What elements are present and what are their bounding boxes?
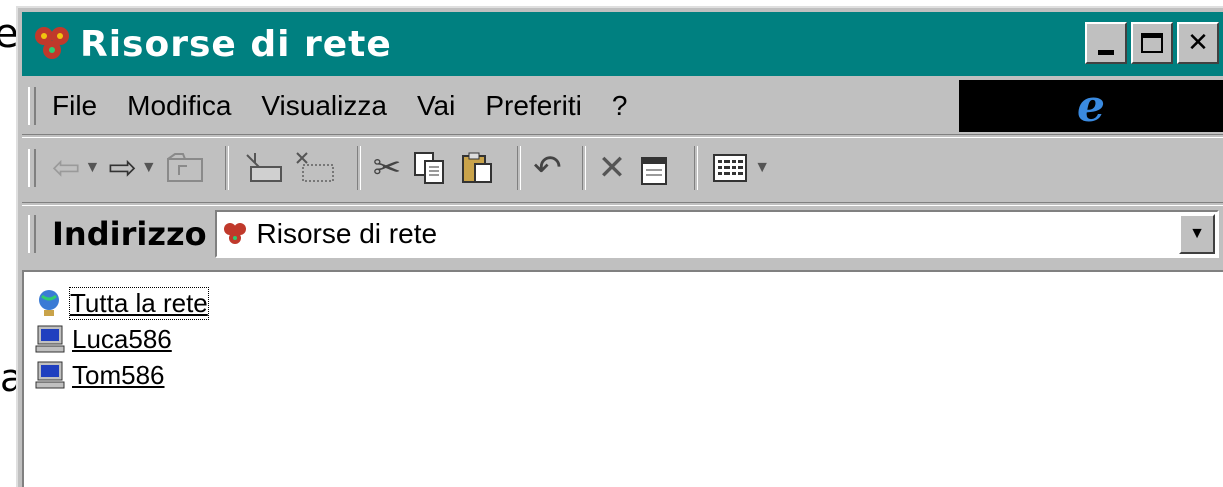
up-folder-button[interactable] [165,143,205,193]
window-title: Risorse di rete [80,23,392,65]
forward-dropdown-icon: ▼ [140,159,157,176]
close-button[interactable]: ✕ [1177,22,1219,64]
menu-help[interactable]: ? [612,90,628,122]
content-pane: Tutta la rete Luca586 Tom586 [22,270,1223,487]
chevron-down-icon: ▼ [1189,225,1205,242]
views-button[interactable]: ▼ [710,143,770,193]
ie-throbber: e [959,80,1223,132]
up-folder-icon [166,153,203,182]
maximize-icon [1141,33,1163,53]
forward-button[interactable]: ⇨ ▼ [108,143,156,193]
forward-arrow-icon: ⇨ [108,149,137,187]
menu-vai[interactable]: Vai [417,90,455,122]
disconnect-network-drive-icon [295,152,334,182]
address-grip[interactable] [28,215,36,253]
toolbar-divider [356,146,361,190]
item-label: Luca586 [72,323,172,354]
copy-button[interactable] [409,143,449,193]
delete-button[interactable]: ✕ [598,143,627,193]
computer-icon [35,325,65,353]
close-icon: ✕ [1187,28,1209,58]
map-drive-button[interactable] [241,143,285,193]
back-dropdown-icon: ▼ [84,159,101,176]
menu-grip[interactable] [28,87,36,125]
properties-button[interactable] [634,143,674,193]
map-network-drive-icon [245,153,282,182]
globe-icon [39,290,59,316]
undo-button[interactable]: ↶ [533,143,562,193]
scissors-icon: ✂ [372,149,402,187]
network-neighborhood-icon [30,22,74,66]
title-bar[interactable]: Risorse di rete ✕ [22,12,1223,76]
address-dropdown-button[interactable]: ▼ [1179,214,1215,254]
back-arrow-icon: ⇦ [52,149,81,187]
computer-icon [35,361,65,389]
list-item-luca586[interactable]: Luca586 [34,322,172,356]
disconnect-drive-button[interactable] [293,143,337,193]
maximize-button[interactable] [1131,22,1173,64]
menu-preferiti[interactable]: Preferiti [485,90,581,122]
list-item-tom586[interactable]: Tom586 [34,358,165,392]
address-label: Indirizzo [52,215,207,253]
menu-file[interactable]: File [52,90,97,122]
paste-button[interactable] [457,143,497,193]
explorer-window: Risorse di rete ✕ File Modifica Visualiz… [16,6,1223,487]
back-button[interactable]: ⇦ ▼ [52,143,100,193]
menu-bar: File Modifica Visualizza Vai Preferiti ?… [22,80,1223,132]
paste-clipboard-icon [462,152,493,183]
address-value: Risorse di rete [256,218,438,249]
delete-x-icon: ✕ [597,149,627,187]
item-label: Tutta la rete [69,286,209,320]
cut-button[interactable]: ✂ [373,143,402,193]
internet-explorer-logo-icon: e [1077,80,1105,132]
item-label: Tom586 [72,359,165,390]
toolbar: ⇦ ▼ ⇨ ▼ ✂ ↶ ✕ ▼ [22,136,1223,200]
network-address-icon [223,223,246,244]
minimize-button[interactable] [1085,22,1127,64]
toolbar-divider [581,146,586,190]
views-list-icon [713,154,748,182]
undo-icon: ↶ [533,149,562,187]
menu-visualizza[interactable]: Visualizza [261,90,387,122]
menu-modifica[interactable]: Modifica [127,90,231,122]
toolbar-divider [224,146,229,190]
list-item-tutta-la-rete[interactable]: Tutta la rete [34,286,209,320]
minimize-icon [1098,49,1114,55]
views-dropdown-icon: ▼ [754,159,771,176]
toolbar-grip[interactable] [28,149,36,187]
address-bar: Indirizzo Risorse di rete ▼ [22,206,1223,262]
properties-icon [641,157,668,185]
window-controls: ✕ [1081,22,1219,64]
toolbar-divider [517,146,522,190]
toolbar-divider [694,146,699,190]
copy-icon [414,152,445,184]
address-field[interactable]: Risorse di rete ▼ [214,210,1219,258]
